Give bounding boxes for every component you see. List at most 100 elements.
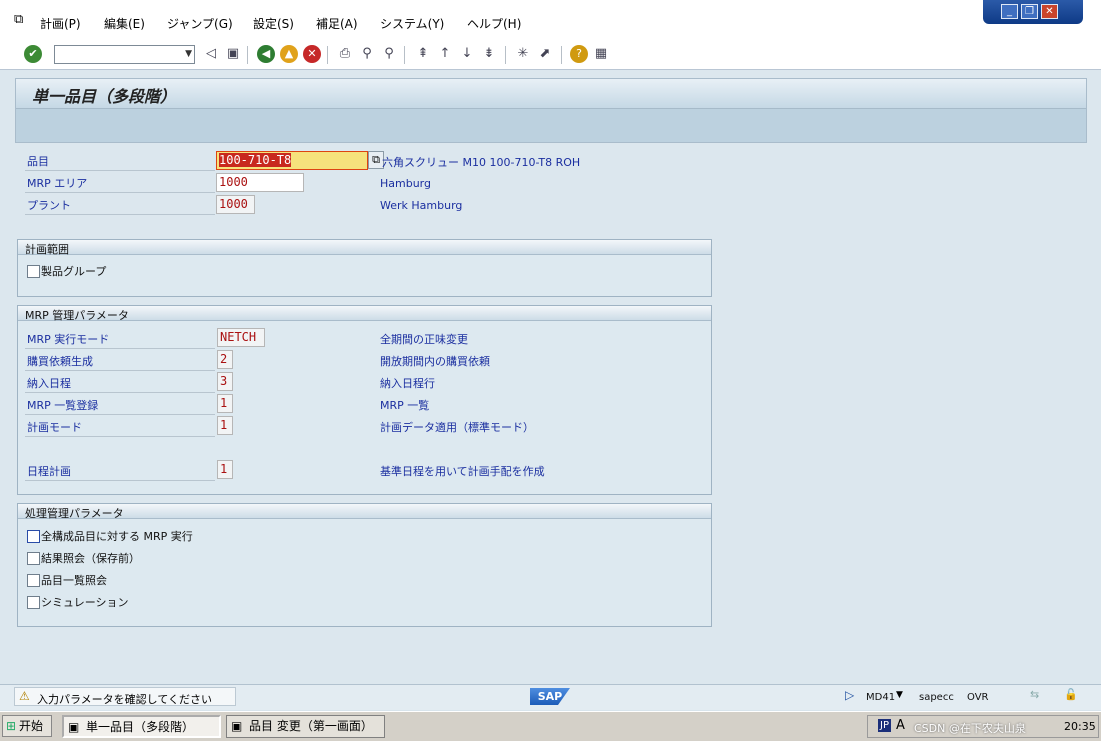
save-icon[interactable]: ▣ [224,45,242,63]
help-icon[interactable]: ? [570,45,588,63]
mrp-list-description: MRP 一覧 [380,399,430,412]
toolbar-separator [561,46,562,64]
label-underline [25,480,215,481]
back-arrow-icon[interactable]: ◁ [202,45,220,63]
back-icon[interactable]: ◀ [257,45,275,63]
purchase-req-input[interactable]: 2 [217,350,233,369]
processing-key-label: MRP 実行モード [27,333,110,346]
windows-taskbar: ⊞ 开始 ▣ 単一品目（多段階） ▣ 品目 変更（第一画面） JP A CSDN @在… [0,711,1101,741]
display-material-list-checkbox[interactable] [27,574,40,587]
plant-description: Werk Hamburg [380,199,463,212]
label-underline [25,214,215,215]
toolbar-separator [404,46,405,64]
mrp-list-label: MRP 一覧登録 [27,399,99,412]
chevron-down-icon[interactable]: ▼ [896,690,903,700]
first-page-icon[interactable]: ⇞ [414,45,432,63]
display-results-label: 結果照会（保存前） [41,552,140,565]
label-underline [25,170,215,171]
minimize-button[interactable]: _ [1001,4,1018,19]
system-tray: JP A CSDN @在下农夫山泉 20:35 [867,715,1099,738]
command-field[interactable]: ▼ [54,45,195,64]
scheduling-input[interactable]: 1 [217,460,233,479]
exit-icon[interactable]: ▲ [280,45,298,63]
mrp-list-input[interactable]: 1 [217,394,233,413]
menu-jump[interactable]: ジャンプ(G) [167,15,233,32]
label-underline [25,436,215,437]
material-input[interactable]: 100-710-T8 [216,151,368,170]
next-page-icon[interactable]: ↓ [458,45,476,63]
label-underline [25,370,215,371]
find-next-icon[interactable]: ⚲ [380,45,398,63]
find-icon[interactable]: ⚲ [358,45,376,63]
status-message[interactable]: ⚠ 入力パラメータを確認してください [14,687,236,706]
material-label: 品目 [27,155,49,168]
print-icon[interactable]: ⎙ [336,45,354,63]
menu-settings[interactable]: 設定(S) [253,15,294,32]
toolbar-separator [505,46,506,64]
schedule-lines-label: 納入日程 [27,377,71,390]
material-description: 六角スクリュー M10 100-710-T8 ROH [382,156,581,169]
previous-page-icon[interactable]: ↑ [436,45,454,63]
processing-key-input[interactable]: NETCH [217,328,265,347]
all-components-checkbox[interactable] [27,530,40,543]
display-material-list-label: 品目一覧照会 [41,574,107,587]
label-underline [25,414,215,415]
connection-icon: ⇆ [1030,688,1040,701]
product-group-label: 製品グループ [41,265,107,278]
insert-mode: OVR [967,692,989,703]
title-panel: 単一品目（多段階） [15,78,1087,143]
last-page-icon[interactable]: ⇟ [480,45,498,63]
menu-edit[interactable]: 編集(E) [104,15,145,32]
enter-icon[interactable]: ✔ [24,45,42,63]
scheduling-description: 基準日程を用いて計画手配を作成 [380,465,545,478]
menu-system[interactable]: システム(Y) [380,15,444,32]
display-results-checkbox[interactable] [27,552,40,565]
title-band: 単一品目（多段階） [16,79,1086,109]
menu-bar: ⧉ 計画(P) 編集(E) ジャンプ(G) 設定(S) 補足(A) システム(Y… [0,0,1101,40]
restore-button[interactable]: ❐ [1021,4,1038,19]
menu-help[interactable]: ヘルプ(H) [467,15,521,32]
group-header: 計画範囲 [18,240,711,256]
clock: 20:35 [1064,720,1096,733]
menu-extras[interactable]: 補足(A) [316,15,358,32]
group-header: 処理管理パラメータ [18,504,711,520]
product-group-checkbox[interactable] [27,265,40,278]
ime-icon[interactable]: A [896,718,905,733]
planning-mode-input[interactable]: 1 [217,416,233,435]
simulation-label: シミュレーション [41,596,129,609]
mrp-area-label: MRP エリア [27,177,88,190]
simulation-checkbox[interactable] [27,596,40,609]
warning-icon: ⚠ [19,689,30,703]
process-control-group: 処理管理パラメータ 全構成品目に対する MRP 実行 結果照会（保存前） 品目一… [17,503,712,627]
label-underline [25,348,215,349]
language-badge[interactable]: JP [878,719,891,732]
schedule-lines-description: 納入日程行 [380,377,435,390]
window-icon: ▣ [231,719,243,733]
status-toggle-icon[interactable]: ▷ [845,688,854,702]
window-controls: _ ❐ ✕ [983,0,1083,24]
schedule-lines-input[interactable]: 3 [217,372,233,391]
task-mrp-single-item[interactable]: ▣ 単一品目（多段階） [62,715,221,738]
toolbar-separator [327,46,328,64]
page-title: 単一品目（多段階） [32,87,177,106]
close-button[interactable]: ✕ [1041,4,1058,19]
sap-menu-icon[interactable]: ⧉ [14,12,23,27]
cancel-icon[interactable]: ✕ [303,45,321,63]
mrp-area-input[interactable]: 1000 [216,173,304,192]
layout-menu-icon[interactable]: ▦ [592,45,610,63]
scheduling-label: 日程計画 [27,465,71,478]
label-underline [25,392,215,393]
menu-plan[interactable]: 計画(P) [40,15,81,32]
mrp-parameters-group: MRP 管理パラメータ MRP 実行モード NETCH 全期間の正味変更 購買依… [17,305,712,495]
purchase-req-label: 購買依頼生成 [27,355,93,368]
chevron-down-icon[interactable]: ▼ [185,46,192,63]
shortcut-icon[interactable]: ⬈ [536,45,554,63]
plant-input[interactable]: 1000 [216,195,255,214]
purchase-req-description: 開放期間内の購買依頼 [380,355,490,368]
planning-mode-label: 計画モード [27,421,82,434]
new-session-icon[interactable]: ✳ [514,45,532,63]
group-title: MRP 管理パラメータ [25,309,129,322]
lock-icon[interactable]: 🔓 [1064,688,1078,701]
task-material-change[interactable]: ▣ 品目 変更（第一画面） [226,715,385,738]
start-button[interactable]: ⊞ 开始 [2,715,52,737]
